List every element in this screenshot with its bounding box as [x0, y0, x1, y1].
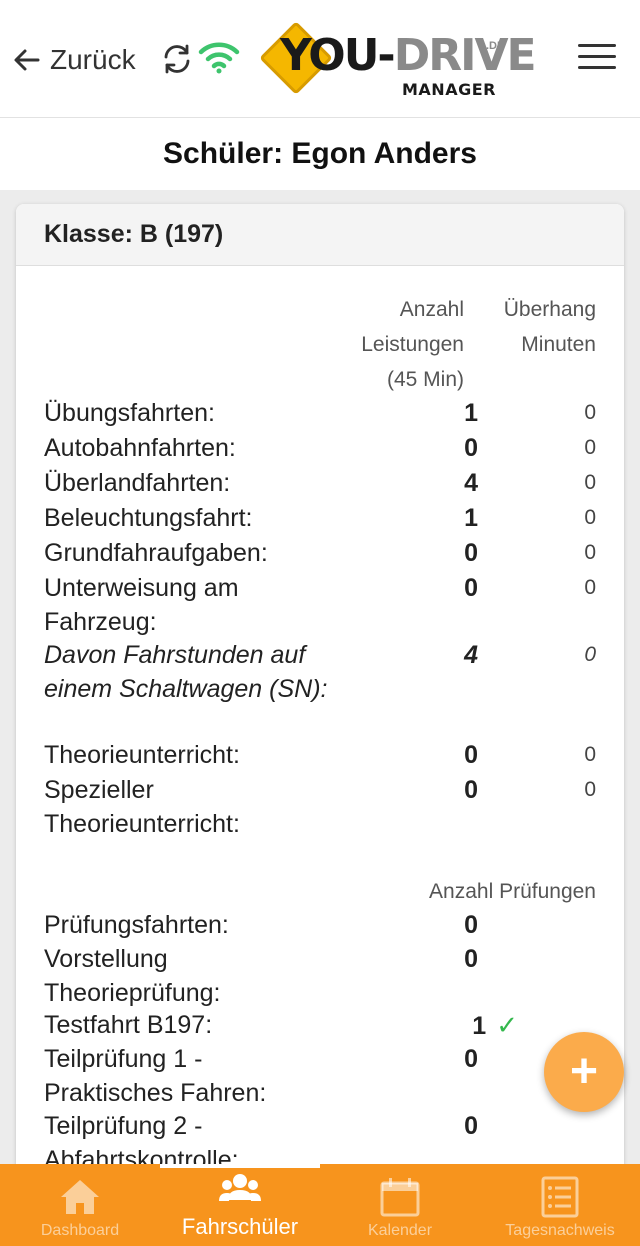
nav-item-kalender[interactable]: Kalender	[320, 1164, 480, 1246]
add-fab-button[interactable]: +	[544, 1032, 624, 1112]
arrow-left-icon	[14, 49, 40, 71]
class-stats-card: Klasse: B (197) Anzahl Leistungen (45 Mi…	[16, 204, 624, 1204]
calendar-icon	[380, 1178, 420, 1217]
nav-item-dashboard[interactable]: Dashboard	[0, 1164, 160, 1246]
hamburger-menu-icon[interactable]	[578, 44, 616, 74]
list-icon	[541, 1176, 579, 1218]
logo-wordmark: YOU-DRIVE	[280, 30, 537, 81]
bottom-nav: Dashboard Fahrschüler Kalender Tagesnach…	[0, 1164, 640, 1246]
check-icon: ✓	[496, 1010, 518, 1040]
logo-de: .DE	[486, 40, 505, 52]
wifi-icon	[198, 42, 240, 74]
home-icon	[61, 1180, 99, 1214]
you-drive-logo: YOU-DRIVE .DE MANAGER	[256, 14, 537, 104]
nav-item-tagesnachweis[interactable]: Tagesnachweis	[480, 1164, 640, 1246]
students-icon	[219, 1174, 261, 1201]
back-button[interactable]: Zurück	[12, 40, 136, 80]
sync-icon[interactable]	[160, 42, 194, 76]
logo-subtitle: MANAGER	[402, 80, 496, 99]
nav-item-fahrschueler[interactable]: Fahrschüler	[160, 1164, 320, 1246]
top-bar: Zurück YOU-DRIVE .DE MANAGER	[0, 0, 640, 118]
exam-col-header: Anzahl Prüfungen	[429, 880, 596, 903]
student-title: Schüler: Egon Anders	[0, 118, 640, 190]
back-label: Zurück	[50, 44, 136, 75]
card-title: Klasse: B (197)	[16, 204, 624, 266]
plus-icon: +	[569, 1045, 599, 1098]
